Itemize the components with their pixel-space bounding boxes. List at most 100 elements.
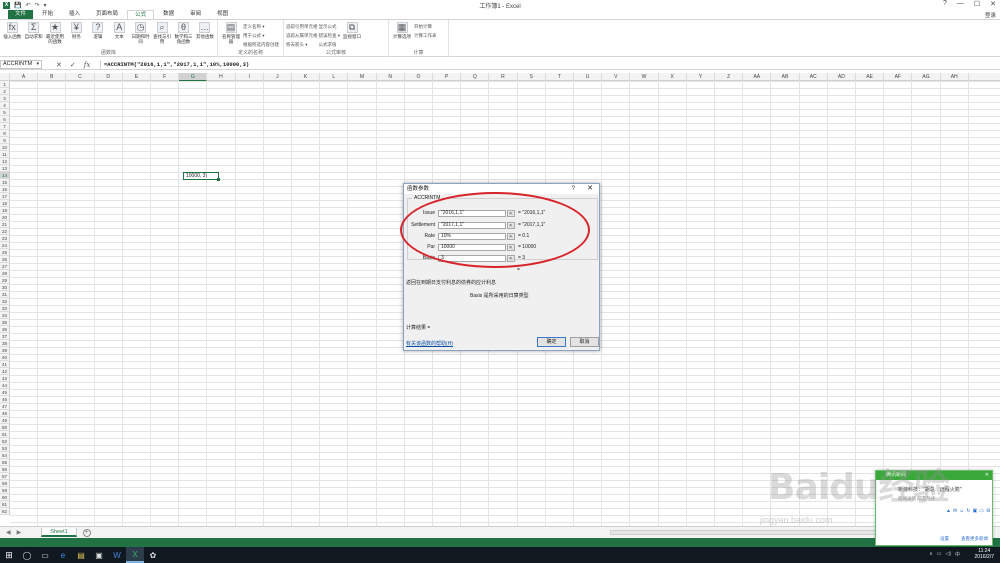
- cancel-icon[interactable]: ✕: [56, 61, 62, 69]
- next-sheet-icon[interactable]: ▶: [17, 529, 22, 536]
- row-header[interactable]: 26: [0, 256, 10, 263]
- row-header[interactable]: 27: [0, 263, 10, 270]
- date-time-button[interactable]: ◷ 日期和时间: [130, 22, 150, 44]
- column-header[interactable]: J: [264, 73, 292, 81]
- row-header[interactable]: 2: [0, 88, 10, 95]
- row-header[interactable]: 44: [0, 382, 10, 389]
- row-header[interactable]: 18: [0, 200, 10, 207]
- logical-button[interactable]: ? 逻辑: [88, 22, 108, 39]
- row-header[interactable]: 42: [0, 368, 10, 375]
- row-header[interactable]: 10: [0, 144, 10, 151]
- minimize-icon[interactable]: —: [957, 0, 964, 8]
- row-header[interactable]: 36: [0, 326, 10, 333]
- row-header[interactable]: 54: [0, 452, 10, 459]
- windows-start-icon[interactable]: ⊞: [0, 547, 18, 563]
- column-header[interactable]: V: [602, 73, 631, 81]
- popup-icon[interactable]: ⚙: [986, 508, 990, 514]
- tab-view[interactable]: 视图: [210, 10, 235, 19]
- row-header[interactable]: 1: [0, 81, 10, 88]
- column-header[interactable]: A: [10, 73, 39, 81]
- popup-more-link[interactable]: 查看更多新闻: [961, 536, 988, 542]
- row-header[interactable]: 45: [0, 389, 10, 396]
- row-header[interactable]: 18: [0, 207, 10, 214]
- recently-used-button[interactable]: ★ 最近使用的函数: [45, 22, 65, 44]
- row-header[interactable]: 25: [0, 249, 10, 256]
- calculate-now-button[interactable]: 开始计算: [414, 23, 437, 31]
- row-header[interactable]: 61: [0, 501, 10, 508]
- autosum-button[interactable]: Σ 自动求和: [23, 22, 43, 39]
- column-header[interactable]: AB: [771, 73, 800, 81]
- formula-input[interactable]: =ACCRINTM("2016,1,1","2017,1,1",10%,1000…: [100, 60, 998, 70]
- row-header[interactable]: 14: [0, 172, 10, 179]
- file-explorer-icon[interactable]: ▤: [72, 547, 90, 563]
- error-checking-button[interactable]: 错误检查 ▾: [319, 32, 341, 40]
- row-header[interactable]: 29: [0, 277, 10, 284]
- row-header[interactable]: 60: [0, 494, 10, 501]
- row-header[interactable]: 8: [0, 130, 10, 137]
- row-header[interactable]: 20: [0, 214, 10, 221]
- popup-icon[interactable]: ✉: [953, 508, 957, 514]
- row-header[interactable]: 31: [0, 291, 10, 298]
- save-icon[interactable]: 💾: [14, 2, 21, 9]
- row-header[interactable]: 17: [0, 193, 10, 200]
- row-header[interactable]: 32: [0, 298, 10, 305]
- remove-arrows-button[interactable]: 移去箭头 ▾: [286, 41, 318, 49]
- redo-icon[interactable]: ↷: [35, 2, 40, 9]
- tab-data[interactable]: 数据: [156, 10, 181, 19]
- horizontal-scrollbar[interactable]: [610, 530, 900, 535]
- text-button[interactable]: A 文本: [109, 22, 129, 39]
- column-header[interactable]: F: [151, 73, 180, 81]
- help-link[interactable]: 有关该函数的帮助(H): [406, 340, 453, 347]
- create-from-selection-button[interactable]: 根据所选内容创建: [243, 41, 279, 49]
- help-icon[interactable]: ?: [943, 0, 947, 8]
- row-header[interactable]: 3: [0, 95, 10, 102]
- trace-dependents-button[interactable]: 追踪从属单元格: [286, 32, 318, 40]
- column-header[interactable]: H: [207, 73, 236, 81]
- column-header[interactable]: W: [630, 73, 659, 81]
- column-header[interactable]: Z: [715, 73, 744, 81]
- row-header[interactable]: 53: [0, 445, 10, 452]
- evaluate-formula-button[interactable]: 公式求值: [319, 41, 341, 49]
- column-header[interactable]: AE: [856, 73, 885, 81]
- close-icon[interactable]: ✕: [990, 0, 996, 8]
- clock[interactable]: 11:24 2016/2/7: [975, 548, 994, 560]
- add-sheet-icon[interactable]: +: [82, 528, 91, 537]
- row-header[interactable]: 50: [0, 424, 10, 431]
- tab-home[interactable]: 开始: [35, 10, 60, 19]
- row-header[interactable]: 30: [0, 284, 10, 291]
- app-icon[interactable]: ▣: [90, 547, 108, 563]
- trace-precedents-button[interactable]: 追踪引用单元格: [286, 23, 318, 31]
- column-header[interactable]: U: [574, 73, 603, 81]
- column-header[interactable]: AH: [941, 73, 969, 81]
- column-header[interactable]: AC: [800, 73, 828, 81]
- calculation-options-button[interactable]: ▦ 计算选项: [391, 22, 413, 39]
- column-header[interactable]: Q: [461, 73, 490, 81]
- column-header[interactable]: C: [66, 73, 95, 81]
- watch-window-button[interactable]: ⧉ 监视窗口: [341, 22, 363, 39]
- row-header[interactable]: 11: [0, 151, 10, 158]
- lookup-button[interactable]: ⌕ 查找与引用: [152, 22, 172, 44]
- row-header[interactable]: 38: [0, 340, 10, 347]
- column-header[interactable]: S: [518, 73, 546, 81]
- row-header[interactable]: 4: [0, 102, 10, 109]
- tab-insert[interactable]: 插入: [62, 10, 87, 19]
- tab-formulas[interactable]: 公式: [127, 10, 155, 19]
- popup-icon[interactable]: ↻: [966, 508, 970, 514]
- financial-button[interactable]: ¥ 财务: [66, 22, 86, 39]
- column-header[interactable]: M: [348, 73, 377, 81]
- popup-close-icon[interactable]: ✕: [985, 471, 989, 480]
- row-header[interactable]: 5: [0, 109, 10, 116]
- row-header[interactable]: 51: [0, 431, 10, 438]
- popup-icon[interactable]: ▭: [979, 508, 984, 514]
- name-manager-button[interactable]: ▤ 名称管理器: [220, 22, 242, 44]
- row-header[interactable]: 52: [0, 438, 10, 445]
- ok-button[interactable]: 确定: [537, 337, 566, 347]
- row-header[interactable]: 33: [0, 305, 10, 312]
- column-header[interactable]: E: [123, 73, 151, 81]
- column-header[interactable]: AA: [743, 73, 772, 81]
- row-header[interactable]: 55: [0, 459, 10, 466]
- row-header[interactable]: 34: [0, 312, 10, 319]
- column-header[interactable]: I: [236, 73, 264, 81]
- row-header[interactable]: 47: [0, 403, 10, 410]
- ime-icon[interactable]: 中: [955, 551, 960, 558]
